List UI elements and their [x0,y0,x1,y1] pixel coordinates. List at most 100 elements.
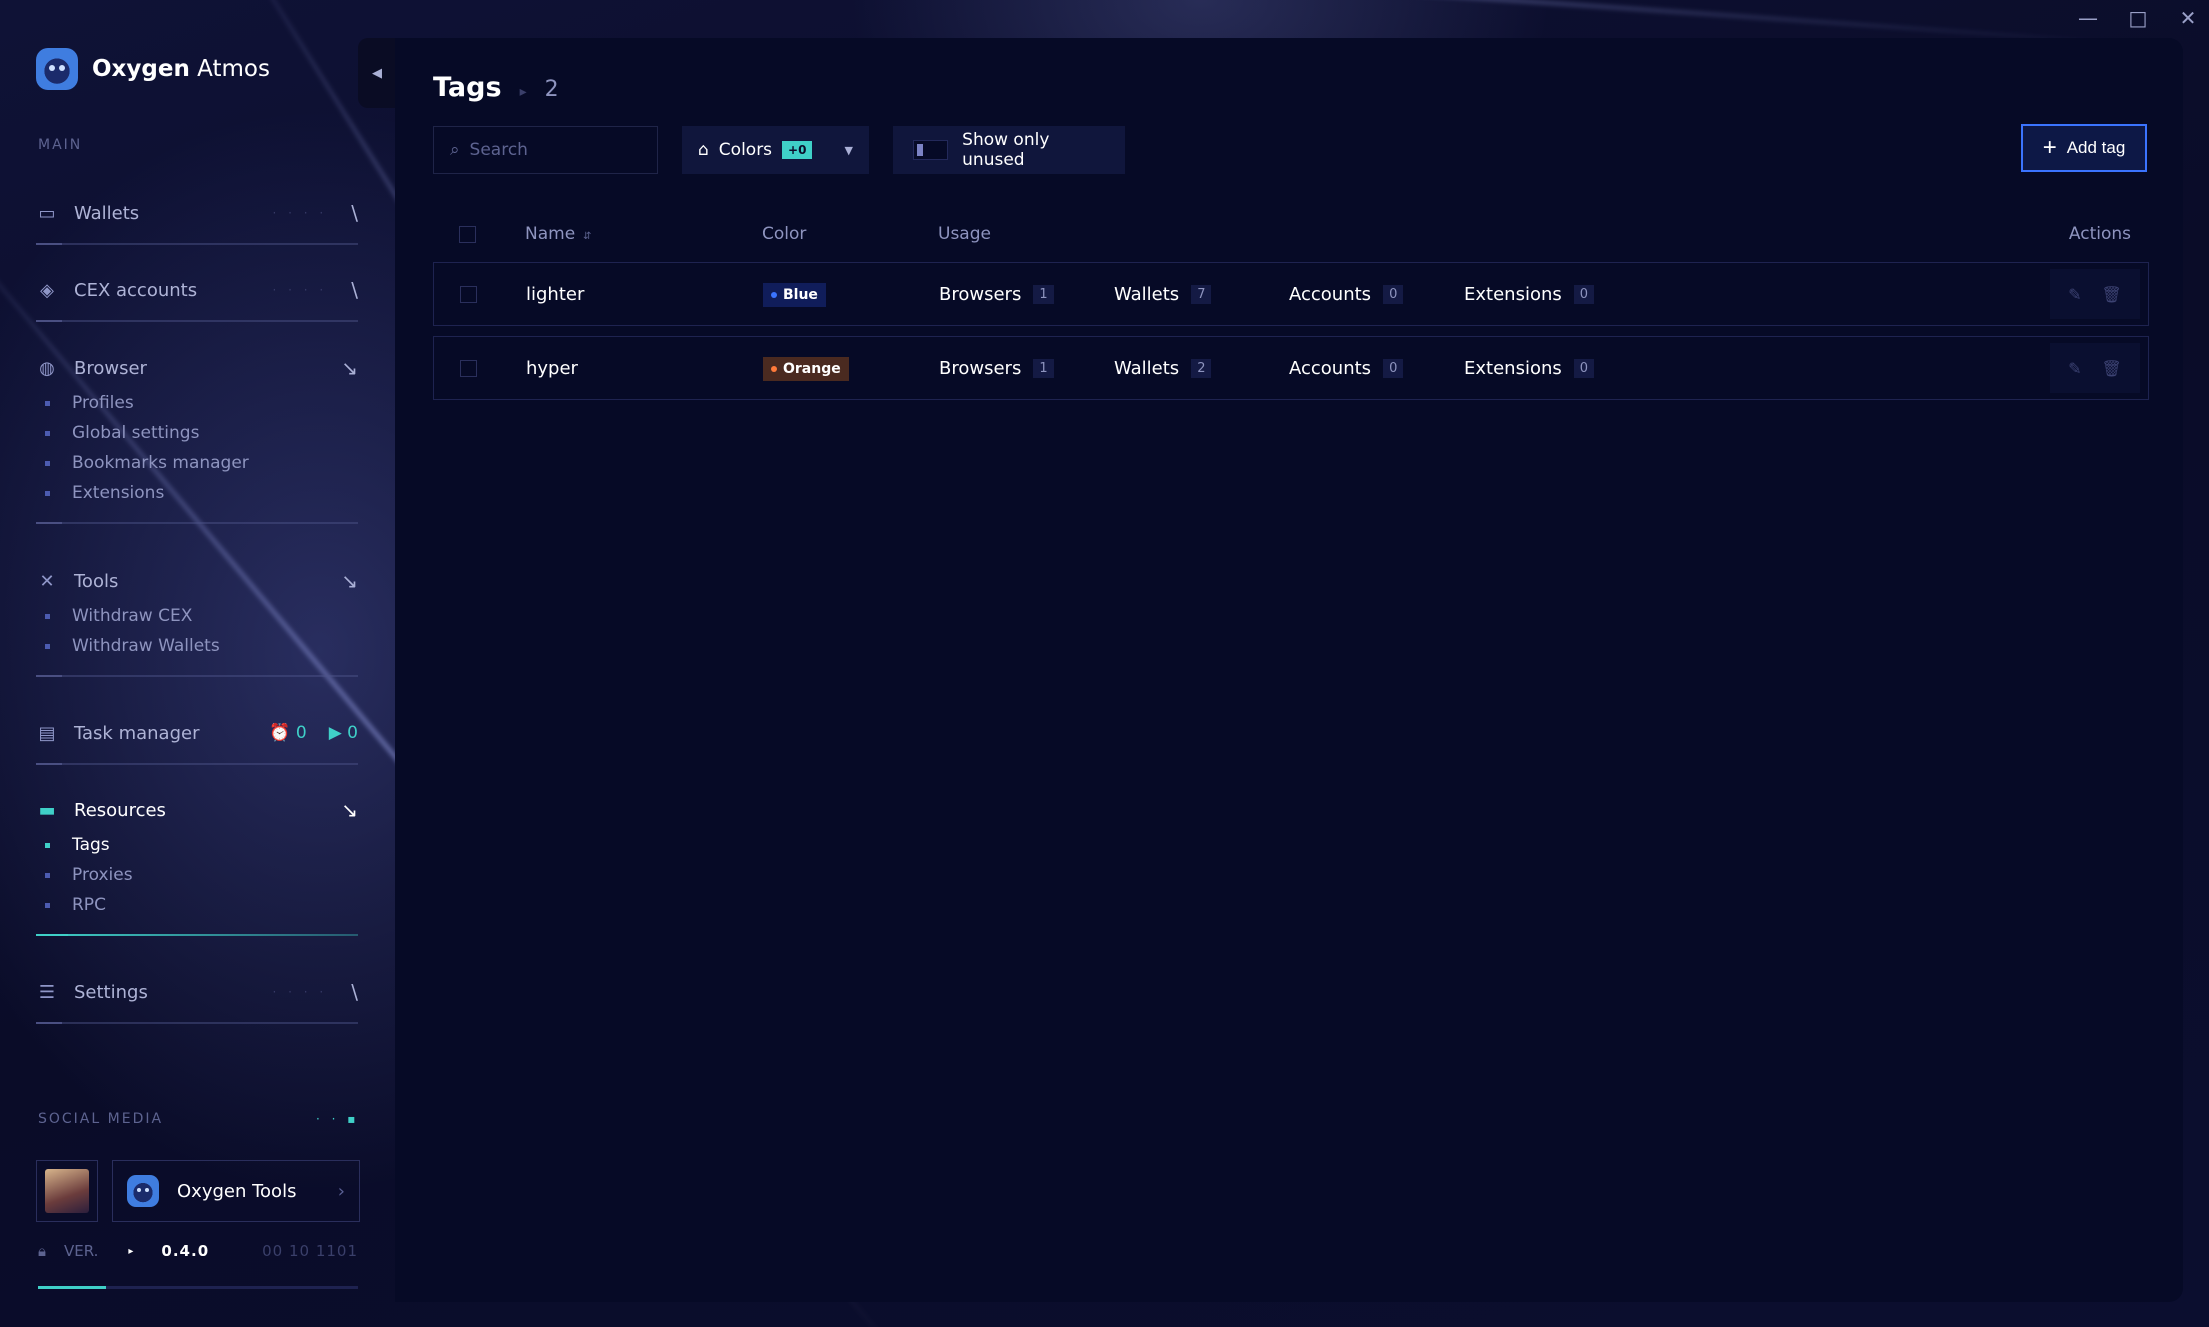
show-unused-toggle[interactable]: Show only unused [893,126,1125,174]
maximize-icon[interactable]: □ [2127,6,2149,30]
nav-item-settings[interactable]: ☰ Settings · · · · \ [36,972,358,1012]
sidebar-item-withdraw-cex[interactable]: Withdraw CEX [36,601,358,631]
nav-group-tools: ✕ Tools ↘ Withdraw CEX Withdraw Wallets [36,561,358,677]
plus-icon: + [2042,134,2057,161]
separator-icon: ▸ [519,84,527,100]
usage-accounts: Accounts 0 [1289,284,1464,305]
sidebar-item-tags[interactable]: Tags [36,830,358,860]
lock-icon: 🔒︎ [38,1242,46,1260]
nav-group-task-manager: ▤ Task manager ⏰ 0 ▶ 0 [36,713,358,765]
color-dot [771,365,777,372]
edit-icon[interactable]: ✎ [2068,285,2081,304]
select-all-checkbox[interactable] [459,225,476,243]
version-label: VER. [63,1242,99,1260]
sidebar-item-global-settings[interactable]: Global settings [36,418,358,448]
sidebar-item-extensions[interactable]: Extensions [36,478,358,508]
decorative-dots: · · · · [272,206,328,220]
header-actions: Actions [2068,224,2131,244]
usage-accounts: Accounts 0 [1289,358,1464,379]
header-name[interactable]: Name ⇵ [525,224,762,244]
version-progress [38,1286,358,1289]
nav-item-tools[interactable]: ✕ Tools ↘ [36,561,358,601]
nav-label: Wallets [74,202,140,224]
divider [36,675,358,677]
active-divider [36,934,358,936]
app-logo[interactable]: Oxygen Atmos [36,48,270,90]
sliders-icon: ☰ [38,981,56,1003]
oxygen-logo-icon [127,1175,159,1207]
layers-icon: ◈ [40,279,54,301]
usage-wallets: Wallets 2 [1114,358,1289,379]
color-badge: Blue [763,282,826,307]
add-tag-label: Add tag [2066,138,2126,157]
folder-icon: ▬ [38,799,56,821]
minimize-icon[interactable]: — [2077,6,2099,30]
social-link-oxygen-tools[interactable]: Oxygen Tools › [112,1160,360,1222]
colors-filter-dropdown[interactable]: ⌂ Colors +0 ▼ [682,126,869,174]
sidebar-item-rpc[interactable]: RPC [36,890,358,920]
usage-browsers: Browsers 1 [939,358,1114,379]
table-row[interactable]: hyper Orange Browsers 1 Wallets 2 Accounts… [433,336,2149,400]
decorative-dots: · · · · [272,985,328,999]
nav-label: Browser [74,357,147,379]
chevron-down-icon: ▼ [844,143,853,157]
sidebar-item-proxies[interactable]: Proxies [36,860,358,890]
row-checkbox[interactable] [460,285,477,303]
table-row[interactable]: lighter Blue Browsers 1 Wallets 7 Accounts… [433,262,2149,326]
sidebar-item-profiles[interactable]: Profiles [36,388,358,418]
nav-label: Settings [74,981,148,1003]
globe-icon: ◍ [39,357,55,379]
avatar[interactable] [36,1160,98,1222]
usage-extensions: Extensions 0 [1464,284,1639,305]
nav-item-browser[interactable]: ◍ Browser ↘ [36,348,358,388]
row-checkbox[interactable] [460,359,477,377]
table-header: Name ⇵ Color Usage Actions [433,206,2149,262]
chevron-left-icon: ◀ [372,65,382,81]
brand-name-bold: Oxygen [92,56,190,82]
colors-count-badge: +0 [782,141,813,159]
nav-item-cex-accounts[interactable]: ◈ CEX accounts · · · · \ [36,270,358,310]
nav-item-resources[interactable]: ▬ Resources ↘ [36,790,358,830]
social-link-label: Oxygen Tools [177,1180,297,1202]
delete-icon[interactable]: 🗑︎ [2102,359,2122,378]
scheduled-count: 0 [295,723,307,743]
close-icon[interactable]: ✕ [2177,6,2199,30]
search-field[interactable]: ⌕ [433,126,658,174]
search-input[interactable] [469,140,630,160]
usage-cell: Browsers 1 Wallets 2 Accounts 0 Extensions 0 [939,358,2042,379]
delete-icon[interactable]: 🗑︎ [2102,285,2122,304]
decorative-dots: · · · · [272,283,328,297]
sidebar-item-bookmarks-manager[interactable]: Bookmarks manager [36,448,358,478]
oxygen-logo-icon [36,48,78,90]
color-dot [771,291,777,298]
usage-cell: Browsers 1 Wallets 7 Accounts 0 Extensions 0 [939,284,2042,305]
chevron-icon: \ [351,980,358,1004]
sort-icon[interactable]: ⇵ [583,231,591,242]
divider [36,522,358,524]
row-actions: ✎ 🗑︎ [2050,269,2140,319]
expand-arrow-icon: ↘ [341,798,358,822]
nav-label: Task manager [74,722,200,744]
collapse-sidebar-button[interactable]: ◀ [358,38,396,108]
usage-wallets: Wallets 7 [1114,284,1289,305]
avatar-image [45,1169,89,1213]
tag-count: 2 [544,77,559,102]
version-value: 0.4.0 [161,1242,210,1260]
add-tag-button[interactable]: + Add tag [2021,124,2147,172]
section-label-main: MAIN [38,137,83,153]
color-badge: Orange [763,356,849,381]
wallet-icon: ▭ [38,202,56,224]
window-controls: — □ ✕ [2077,6,2199,30]
chevron-icon: \ [351,278,358,302]
task-icon: ▤ [38,722,56,744]
tag-name: lighter [526,283,585,305]
colors-label: Colors [718,140,773,160]
nav-item-task-manager[interactable]: ▤ Task manager ⏰ 0 ▶ 0 [36,713,358,753]
divider [36,243,358,245]
page-header: Tags ▸ 2 [433,72,559,103]
edit-icon[interactable]: ✎ [2068,359,2081,378]
toggle-switch[interactable] [913,140,949,160]
sidebar-item-withdraw-wallets[interactable]: Withdraw Wallets [36,631,358,661]
sidebar: Oxygen Atmos MAIN ▭ Wallets · · · · \ ◈ … [0,0,395,1327]
nav-item-wallets[interactable]: ▭ Wallets · · · · \ [36,193,358,233]
